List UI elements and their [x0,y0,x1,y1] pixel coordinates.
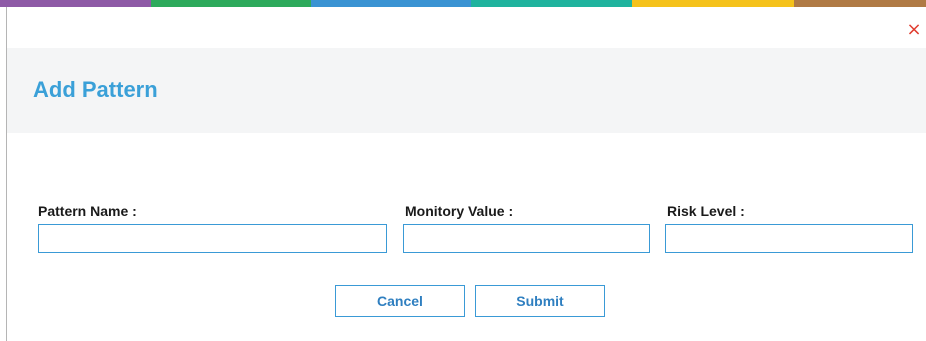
dialog-header: Add Pattern [7,48,926,133]
dialog-title: Add Pattern [33,77,158,102]
cancel-button[interactable]: Cancel [335,285,465,317]
accent-segment-purple [0,0,151,7]
accent-segment-yellow [632,0,794,7]
accent-segment-teal [471,0,632,7]
pattern-name-label: Pattern Name : [38,203,137,219]
close-icon: × [906,19,922,40]
pattern-name-input[interactable] [38,224,387,253]
accent-color-bar [0,0,926,7]
submit-button[interactable]: Submit [475,285,605,317]
add-pattern-dialog: × Add Pattern Pattern Name : Monitory Va… [0,0,926,341]
accent-segment-green [151,0,311,7]
accent-segment-brown [794,0,926,7]
close-button[interactable]: × [906,21,922,39]
risk-level-input[interactable] [665,224,913,253]
monitory-value-label: Monitory Value : [405,203,514,219]
monitory-value-input[interactable] [403,224,650,253]
accent-segment-blue [311,0,471,7]
risk-level-label: Risk Level : [667,203,745,219]
